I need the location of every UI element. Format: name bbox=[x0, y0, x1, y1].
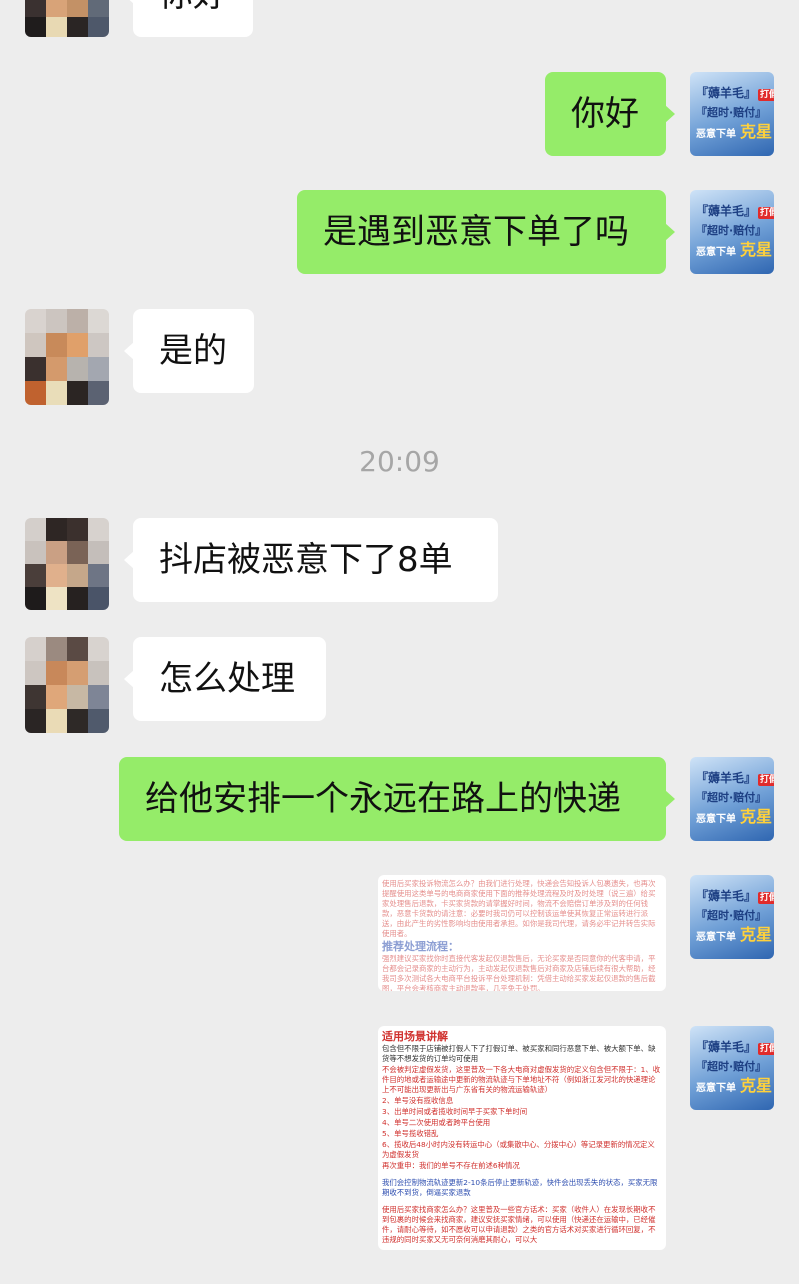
brand-logo: 『薅羊毛』打假人 『超时·赔付』 恶意下单克星 bbox=[690, 757, 774, 841]
doc-paragraph: 我们会控制物流轨迹更新2-10条后停止更新轨迹，快件会出现丢失的状态，买家无限期… bbox=[382, 1178, 658, 1197]
image-message[interactable]: 使用后买家投诉物流怎么办？由我们进行处理，快递会告知投诉人包裹遗失，也再次提醒使… bbox=[378, 875, 666, 991]
brand-logo: 『薅羊毛』打假人 『超时·赔付』 恶意下单克星 bbox=[690, 190, 774, 274]
contact-avatar[interactable] bbox=[25, 637, 109, 733]
doc-paragraph: 不会被判定虚假发货，这里普及一下各大电商对虚假发货的定义包含但不限于：1、收件目… bbox=[382, 1065, 661, 1094]
doc-paragraph: 包含但不限于店铺被打假人下了打假订单、被买家和同行恶意下单、被大额下单、缺货等不… bbox=[382, 1044, 656, 1063]
contact-avatar[interactable] bbox=[25, 0, 109, 37]
message-bubble-incoming[interactable]: 怎么处理 bbox=[124, 637, 326, 721]
timestamp: 20:09 bbox=[359, 445, 440, 478]
message-bubble-outgoing[interactable]: 是遇到恶意下单了吗 bbox=[297, 190, 675, 274]
brand-logo: 『薅羊毛』打假人 『超时·赔付』 恶意下单克星 bbox=[690, 72, 774, 156]
message-bubble-incoming[interactable]: 抖店被恶意下了8单 bbox=[124, 518, 498, 602]
message-bubble-incoming[interactable]: 你好 bbox=[124, 0, 253, 37]
doc-paragraph: 2、单号没有揽收信息 bbox=[382, 1096, 454, 1105]
contact-avatar[interactable] bbox=[25, 518, 109, 610]
doc-heading: 推荐处理流程： bbox=[382, 940, 459, 953]
image-message[interactable]: 适用场景讲解 包含但不限于店铺被打假人下了打假订单、被买家和同行恶意下单、被大额… bbox=[378, 1026, 666, 1250]
message-bubble-outgoing[interactable]: 给他安排一个永远在路上的快递 bbox=[119, 757, 675, 841]
brand-logo: 『薅羊毛』打假人 『超时·赔付』 恶意下单克星 bbox=[690, 875, 774, 959]
user-avatar[interactable]: 『薅羊毛』打假人 『超时·赔付』 恶意下单克星 bbox=[690, 757, 774, 841]
contact-avatar[interactable] bbox=[25, 309, 109, 405]
user-avatar[interactable]: 『薅羊毛』打假人 『超时·赔付』 恶意下单克星 bbox=[690, 190, 774, 274]
brand-logo: 『薅羊毛』打假人 『超时·赔付』 恶意下单克星 bbox=[690, 1026, 774, 1110]
user-avatar[interactable]: 『薅羊毛』打假人 『超时·赔付』 恶意下单克星 bbox=[690, 1026, 774, 1110]
message-bubble-incoming[interactable]: 是的 bbox=[124, 309, 254, 393]
doc-paragraph: 使用后买家找商家怎么办？这里普及一些官方话术：买家（收件人）在发现长期收不到包裹… bbox=[382, 1205, 656, 1244]
doc-paragraph: 使用后买家投诉物流怎么办？由我们进行处理，快递会告知投诉人包裹遗失，也再次提醒使… bbox=[382, 879, 656, 938]
doc-paragraph: 5、单号揽收错乱 bbox=[382, 1129, 439, 1138]
doc-paragraph: 3、出单时间或者揽收时间早于买家下单时间 bbox=[382, 1107, 528, 1116]
doc-paragraph: 强烈建议买家找你时直接代客发起仅退款售后，无论买家是否同意你的代客申请，平台都会… bbox=[382, 954, 656, 991]
doc-heading: 适用场景讲解 bbox=[382, 1030, 448, 1043]
user-avatar[interactable]: 『薅羊毛』打假人 『超时·赔付』 恶意下单克星 bbox=[690, 875, 774, 959]
doc-paragraph: 再次重申：我们的单号不存在前述6种情况 bbox=[382, 1161, 520, 1170]
message-bubble-outgoing[interactable]: 你好 bbox=[545, 72, 675, 156]
doc-paragraph: 4、单号二次使用或者跨平台使用 bbox=[382, 1118, 491, 1127]
doc-paragraph: 6、揽收后48小时内没有转运中心（或集散中心、分拨中心）等记录更新的情况定义为虚… bbox=[382, 1140, 655, 1159]
user-avatar[interactable]: 『薅羊毛』打假人 『超时·赔付』 恶意下单克星 bbox=[690, 72, 774, 156]
